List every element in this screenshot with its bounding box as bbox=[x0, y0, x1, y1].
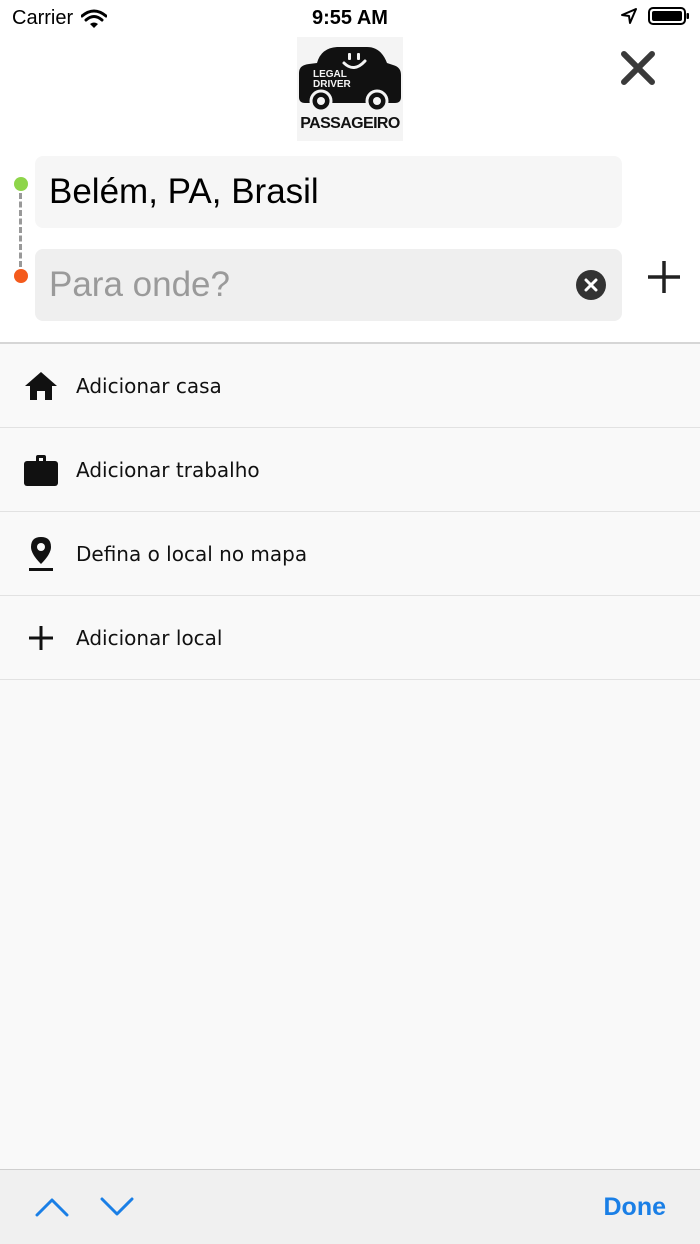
destination-input[interactable] bbox=[49, 265, 559, 305]
keyboard-toolbar: Done bbox=[0, 1169, 700, 1244]
destination-dot bbox=[14, 269, 28, 283]
list-item-add-home[interactable]: Adicionar casa bbox=[0, 344, 700, 428]
origin-field[interactable]: Belém, PA, Brasil bbox=[35, 156, 622, 228]
plus-icon bbox=[648, 261, 680, 293]
list-item-add-work[interactable]: Adicionar trabalho bbox=[0, 428, 700, 512]
app-logo: LEGAL DRIVER PASSAGEIRO bbox=[297, 37, 403, 141]
car-logo-icon: LEGAL DRIVER bbox=[299, 47, 401, 113]
route-header: LEGAL DRIVER PASSAGEIRO Belém, PA, Brasi… bbox=[0, 36, 700, 343]
add-stop-button[interactable] bbox=[642, 252, 686, 302]
shortcut-list: Adicionar casa Adicionar trabalho Defina… bbox=[0, 344, 700, 680]
location-arrow-icon bbox=[621, 8, 637, 24]
chevron-down-icon bbox=[100, 1197, 134, 1216]
done-button[interactable]: Done bbox=[604, 1193, 667, 1222]
clear-destination-button[interactable] bbox=[576, 270, 606, 300]
list-item-label: Adicionar trabalho bbox=[76, 457, 260, 482]
logo-text-line2: DRIVER bbox=[313, 79, 352, 90]
close-icon bbox=[621, 51, 655, 85]
logo-caption: PASSAGEIRO bbox=[300, 115, 400, 132]
plus-icon bbox=[29, 625, 53, 650]
battery-icon bbox=[648, 7, 689, 25]
close-button[interactable] bbox=[616, 46, 660, 90]
origin-text: Belém, PA, Brasil bbox=[49, 172, 319, 211]
list-item-label: Adicionar casa bbox=[76, 373, 222, 398]
list-item-label: Defina o local no mapa bbox=[76, 541, 308, 566]
list-item-set-on-map[interactable]: Defina o local no mapa bbox=[0, 512, 700, 596]
previous-field-button[interactable] bbox=[32, 1190, 72, 1224]
origin-dot bbox=[14, 177, 28, 191]
map-pin-icon bbox=[29, 536, 53, 571]
home-icon bbox=[25, 371, 57, 400]
destination-field[interactable] bbox=[35, 249, 622, 321]
status-bar: Carrier 9:55 AM bbox=[0, 0, 700, 36]
briefcase-icon bbox=[24, 454, 58, 486]
chevron-up-icon bbox=[35, 1198, 69, 1217]
list-item-add-place[interactable]: Adicionar local bbox=[0, 596, 700, 680]
status-time: 9:55 AM bbox=[312, 7, 388, 29]
route-connector-line bbox=[19, 193, 22, 267]
status-indicators bbox=[620, 6, 690, 26]
clear-icon bbox=[584, 278, 598, 292]
list-item-label: Adicionar local bbox=[76, 625, 223, 650]
next-field-button[interactable] bbox=[97, 1190, 137, 1224]
